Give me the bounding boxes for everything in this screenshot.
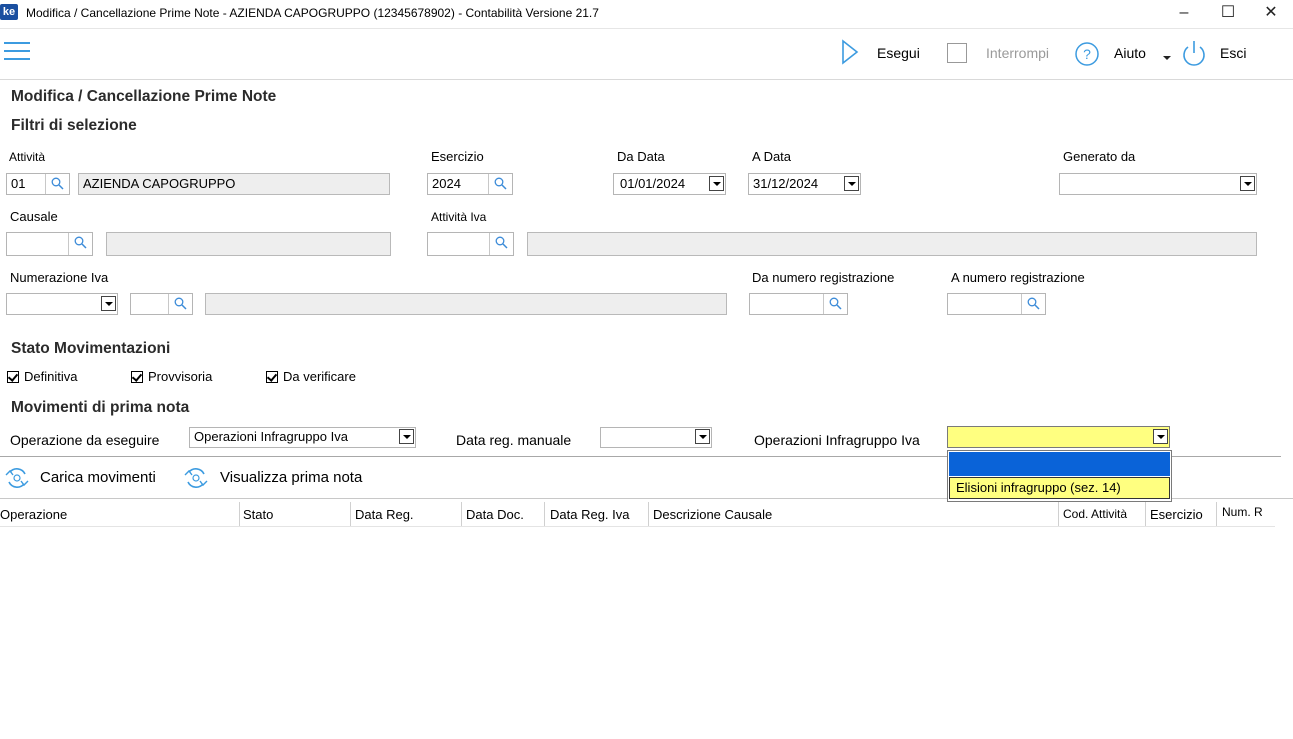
minimize-button[interactable]: – <box>1162 0 1206 26</box>
dropdown-option-elisioni[interactable]: Elisioni infragruppo (sez. 14) <box>949 477 1170 499</box>
a-data-dropdown-icon[interactable] <box>844 176 859 191</box>
column-divider[interactable] <box>1058 502 1059 526</box>
attivita-code-input[interactable]: 01 <box>6 173 70 195</box>
attivita-search-icon[interactable] <box>45 174 69 194</box>
operazione-dropdown-icon[interactable] <box>399 429 414 444</box>
filters-title: Filtri di selezione <box>11 117 137 134</box>
numerazione-iva-code-input[interactable] <box>130 293 193 315</box>
help-icon[interactable]: ? <box>1073 40 1101 71</box>
esercizio-label: Esercizio <box>431 149 484 164</box>
numerazione-iva-label: Numerazione Iva <box>10 270 109 285</box>
column-divider[interactable] <box>648 502 649 526</box>
provvisoria-label: Provvisoria <box>148 369 213 384</box>
visualizza-refresh-icon[interactable] <box>181 464 211 495</box>
numerazione-iva-select[interactable] <box>6 293 118 315</box>
play-icon[interactable] <box>840 38 860 69</box>
dropdown-option-empty[interactable] <box>949 452 1170 476</box>
a-numero-label: A numero registrazione <box>951 270 1085 285</box>
causale-description <box>106 232 391 256</box>
movimenti-title: Movimenti di prima nota <box>11 399 190 416</box>
numerazione-iva-dropdown-icon[interactable] <box>101 296 116 311</box>
column-header[interactable]: Esercizio <box>1150 507 1203 522</box>
a-numero-input[interactable] <box>947 293 1046 315</box>
a-numero-search-icon[interactable] <box>1021 294 1045 314</box>
esercizio-input[interactable]: 2024 <box>427 173 513 195</box>
maximize-button[interactable]: ☐ <box>1206 0 1250 26</box>
help-button[interactable]: Aiuto <box>1114 45 1146 61</box>
generato-da-dropdown-icon[interactable] <box>1240 176 1255 191</box>
power-icon[interactable] <box>1180 38 1208 71</box>
numerazione-iva-search-icon[interactable] <box>168 294 192 314</box>
carica-movimenti-button[interactable]: Carica movimenti <box>40 469 156 486</box>
stato-title: Stato Movimentazioni <box>11 340 171 357</box>
definitiva-checkbox[interactable] <box>7 371 19 383</box>
hamburger-menu-icon[interactable] <box>2 40 30 62</box>
provvisoria-checkbox[interactable] <box>131 371 143 383</box>
exit-button[interactable]: Esci <box>1220 45 1246 61</box>
operazione-label: Operazione da eseguire <box>10 432 160 448</box>
da-numero-label: Da numero registrazione <box>752 270 895 285</box>
column-header[interactable]: Descrizione Causale <box>653 507 772 522</box>
visualizza-prima-nota-button[interactable]: Visualizza prima nota <box>220 469 362 486</box>
data-reg-label: Data reg. manuale <box>456 432 572 448</box>
attivita-label: Attività <box>9 150 46 164</box>
generato-da-select[interactable] <box>1059 173 1257 195</box>
column-divider[interactable] <box>544 502 545 526</box>
generato-da-label: Generato da <box>1063 149 1136 164</box>
table-header-border <box>0 526 1275 527</box>
column-header[interactable]: Num. R <box>1222 505 1263 519</box>
column-divider[interactable] <box>1216 502 1217 526</box>
column-divider[interactable] <box>1145 502 1146 526</box>
column-header[interactable]: Cod. Attività <box>1063 507 1127 521</box>
attivita-iva-code-input[interactable] <box>427 232 514 256</box>
da-numero-search-icon[interactable] <box>823 294 847 314</box>
op-infragruppo-select[interactable] <box>947 426 1170 448</box>
app-logo: ke <box>0 4 18 20</box>
causale-search-icon[interactable] <box>68 233 92 255</box>
op-infragruppo-dropdown-list: Elisioni infragruppo (sez. 14) <box>947 450 1172 502</box>
column-divider[interactable] <box>350 502 351 526</box>
svg-text:?: ? <box>1083 46 1091 62</box>
a-data-picker[interactable]: 31/12/2024 <box>748 173 861 195</box>
column-divider[interactable] <box>461 502 462 526</box>
da-numero-input[interactable] <box>749 293 848 315</box>
da-data-dropdown-icon[interactable] <box>709 176 724 191</box>
definitiva-label: Definitiva <box>24 369 78 384</box>
numerazione-iva-description <box>205 293 727 315</box>
causale-code-input[interactable] <box>6 232 93 256</box>
stop-icon <box>947 43 967 63</box>
close-button[interactable]: ✕ <box>1249 0 1293 26</box>
column-header[interactable]: Data Reg. Iva <box>550 507 630 522</box>
run-button[interactable]: Esegui <box>877 45 920 61</box>
column-header[interactable]: Data Doc. <box>466 507 524 522</box>
da-data-picker[interactable]: 01/01/2024 <box>613 173 726 195</box>
help-dropdown-icon[interactable] <box>1163 49 1171 64</box>
da-data-label: Da Data <box>617 149 665 164</box>
attivita-iva-search-icon[interactable] <box>489 233 513 255</box>
data-reg-dropdown-icon[interactable] <box>695 429 710 444</box>
column-header[interactable]: Data Reg. <box>355 507 414 522</box>
attivita-description: AZIENDA CAPOGRUPPO <box>78 173 390 195</box>
op-infragruppo-label: Operazioni Infragruppo Iva <box>754 432 920 448</box>
column-header[interactable]: Stato <box>243 507 273 522</box>
toolbar-separator <box>0 79 1293 80</box>
da-verificare-label: Da verificare <box>283 369 356 384</box>
window-title: Modifica / Cancellazione Prime Note - AZ… <box>26 6 599 20</box>
title-separator <box>0 28 1293 29</box>
column-header[interactable]: Operazione <box>0 507 67 522</box>
attivita-iva-description <box>527 232 1257 256</box>
column-divider[interactable] <box>239 502 240 526</box>
op-infragruppo-dropdown-icon[interactable] <box>1153 429 1168 444</box>
da-verificare-checkbox[interactable] <box>266 371 278 383</box>
stop-button[interactable]: Interrompi <box>986 45 1049 61</box>
carica-refresh-icon[interactable] <box>2 464 32 495</box>
page-title: Modifica / Cancellazione Prime Note <box>11 88 277 105</box>
a-data-label: A Data <box>752 149 792 164</box>
attivita-iva-label: Attività Iva <box>431 210 487 224</box>
operazione-select[interactable]: Operazioni Infragruppo Iva <box>189 427 416 448</box>
data-reg-select[interactable] <box>600 427 712 448</box>
causale-label: Causale <box>10 209 58 224</box>
esercizio-search-icon[interactable] <box>488 174 512 194</box>
